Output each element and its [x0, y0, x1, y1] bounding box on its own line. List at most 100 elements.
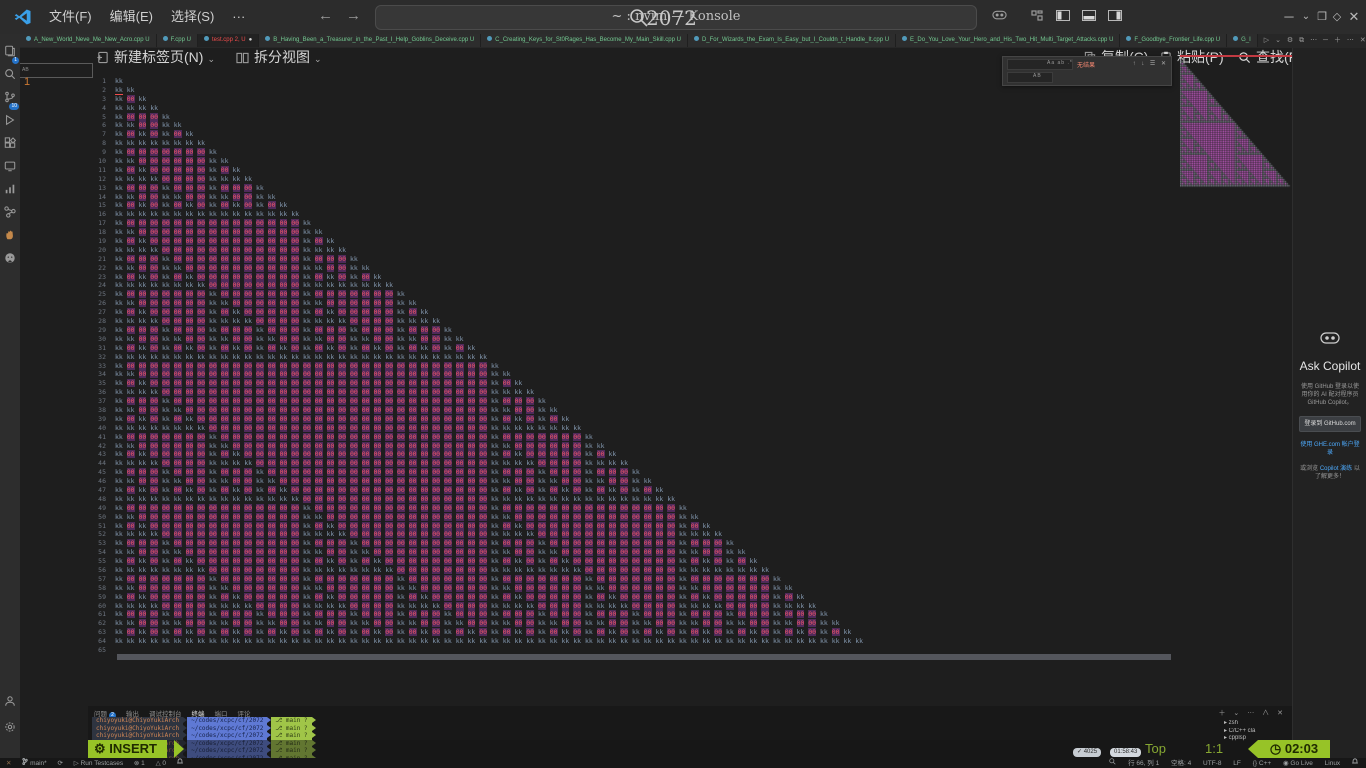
editor-line: 63kk 00 kk 00 kk 00 kk 00 kk 00 kk 00 kk…: [88, 628, 1188, 637]
encoding[interactable]: UTF-8: [1203, 759, 1221, 768]
tab-label: A_New_World_Neve_Me_New_Acro.cpp U: [34, 37, 150, 43]
explorer-icon[interactable]: 1: [0, 44, 20, 64]
editor-action-icons[interactable]: ▷ ⌄ ⚙ ⧉ ⋯ ─ ＋ ⋯ ✕: [1258, 34, 1366, 47]
close-button[interactable]: ✕: [1345, 0, 1363, 34]
github-icon[interactable]: [0, 251, 20, 271]
minimap[interactable]: [1180, 57, 1292, 189]
vim-mode-indicator: ⚙ INSERT: [88, 740, 167, 758]
editor-line: 15kk 00 kk 00 kk 00 kk 00 kk 00 kk 00 kk…: [88, 201, 1188, 210]
cpp-file-icon: [26, 36, 31, 41]
chevron-down-icon[interactable]: ⌄: [207, 54, 215, 64]
editor-line: 18kk kk 00 00 00 00 00 00 00 00 00 00 00…: [88, 228, 1188, 237]
menu-item-0[interactable]: 文件(F): [40, 0, 101, 34]
copilot-icon: [1319, 330, 1341, 346]
os-indicator[interactable]: Linux: [1325, 759, 1341, 768]
indentation[interactable]: 空格: 4: [1171, 759, 1191, 768]
ghe-signin-link[interactable]: 使用 GHE.com 帐户登录: [1293, 441, 1366, 457]
panel-action-icons[interactable]: ＋ ⌄ ⋯ ∧ ✕: [1218, 708, 1286, 718]
hand-icon[interactable]: [0, 228, 20, 248]
go-live-button[interactable]: ◉ Go Live: [1283, 759, 1313, 768]
editor-tab-5[interactable]: D_For_Wizards_the_Exam_Is_Easy_but_I_Cou…: [688, 34, 896, 47]
remote-explorer-icon[interactable]: [0, 159, 20, 179]
menu-item-1[interactable]: 编辑(E): [101, 0, 162, 34]
search-icon[interactable]: [0, 67, 20, 87]
editor-line: 7kk 00 kk 00 kk 00 kk: [88, 130, 1188, 139]
terminal-list-item-1[interactable]: ▸ C/C++ cla: [1224, 728, 1284, 736]
editor-line: 35kk 00 kk 00 00 00 00 00 00 00 00 00 00…: [88, 379, 1188, 388]
editor-tab-3[interactable]: B_Having_Been_a_Treasurer_in_the_Past_I_…: [259, 34, 481, 47]
editor-line: 51kk 00 kk 00 00 00 00 00 00 00 00 00 00…: [88, 522, 1188, 531]
cpp-file-icon: [902, 36, 907, 41]
error-count[interactable]: ⊗ 1: [134, 759, 145, 768]
editor-line: 45kk 00 00 00 kk 00 00 00 kk 00 00 00 kk…: [88, 468, 1188, 477]
language-mode[interactable]: {} C++: [1253, 759, 1271, 768]
remote-indicator-icon[interactable]: ✕: [6, 759, 11, 768]
editor-line: 50kk kk 00 00 00 00 00 00 00 00 00 00 00…: [88, 513, 1188, 522]
find-flags[interactable]: Aa ab .*: [1047, 60, 1073, 66]
github-signin-button[interactable]: 登录到 GitHub.com: [1299, 416, 1361, 432]
settings-gear-icon[interactable]: [0, 720, 20, 740]
nav-back-icon[interactable]: ←: [318, 0, 333, 34]
run-testcases-button[interactable]: ▷ Run Testcases: [74, 759, 123, 768]
walkthrough-link[interactable]: Copilot 演练: [1320, 466, 1352, 472]
chart-icon[interactable]: [0, 182, 20, 202]
editor-line: 53kk 00 00 00 kk 00 00 00 00 00 00 00 00…: [88, 539, 1188, 548]
chevron-down-icon[interactable]: ⌄: [314, 54, 322, 64]
activity-badge: 10: [9, 103, 19, 110]
search-statusbar-icon[interactable]: [1109, 758, 1116, 768]
editor-buffer[interactable]: 1kk2kk kk3kk 00 kk4kk kk kk kk5kk 00 00 …: [88, 77, 1188, 657]
editor-tab-4[interactable]: C_Creating_Keys_for_St0Rages_Has_Become_…: [481, 34, 688, 47]
restore-button[interactable]: ❐: [1314, 0, 1330, 34]
new-tab-button[interactable]: 新建标签页(N)⌄: [96, 48, 215, 66]
source-control-icon[interactable]: 10: [0, 90, 20, 110]
activity-badge: 1: [12, 57, 19, 64]
toggle-secondary-sidebar-icon[interactable]: [1105, 0, 1125, 34]
editor-tab-6[interactable]: E_Do_You_Love_Your_Hero_and_His_Two_Hit_…: [896, 34, 1120, 47]
warning-count[interactable]: △ 0: [156, 759, 166, 768]
eol-sequence[interactable]: LF: [1233, 759, 1241, 768]
nav-forward-icon[interactable]: →: [346, 0, 361, 34]
editor-line: 1kk: [88, 77, 1188, 86]
editor-line: 36kk kk kk kk 00 00 00 00 00 00 00 00 00…: [88, 388, 1188, 397]
run-debug-icon[interactable]: [0, 113, 20, 133]
terminal-list-item-0[interactable]: ▸ zsh: [1224, 720, 1284, 728]
editor-tab-8[interactable]: G_I: [1227, 34, 1258, 47]
tab-label: D_For_Wizards_the_Exam_Is_Easy_but_I_Cou…: [702, 37, 889, 43]
connections-icon[interactable]: [0, 205, 20, 225]
toggle-primary-sidebar-icon[interactable]: [1053, 0, 1073, 34]
account-icon[interactable]: [0, 694, 20, 714]
menu-item-3[interactable]: ···: [223, 0, 254, 34]
chevron-down-icon[interactable]: ⌄: [1299, 0, 1313, 34]
editor-line: 21kk 00 00 00 kk 00 00 00 00 00 00 00 00…: [88, 255, 1188, 264]
editor-line: 40kk kk kk kk kk kk kk kk 00 00 00 00 00…: [88, 424, 1188, 433]
customize-layout-icon[interactable]: [1028, 0, 1046, 34]
copilot-titlebar-icon[interactable]: [986, 0, 1012, 34]
toggle-panel-icon[interactable]: [1079, 0, 1099, 34]
editor-line: 32kk kk kk kk kk kk kk kk kk kk kk kk kk…: [88, 353, 1188, 362]
bell-icon[interactable]: [177, 758, 183, 768]
editor-line: 8kk kk kk kk kk kk kk kk: [88, 139, 1188, 148]
cursor-line-col[interactable]: 行 66, 列 1: [1128, 759, 1159, 768]
minimize-button[interactable]: ─: [1281, 0, 1297, 34]
extensions-icon[interactable]: [0, 136, 20, 156]
git-branch-item[interactable]: main*: [22, 758, 46, 768]
menu-item-2[interactable]: 选择(S): [162, 0, 223, 34]
editor-tab-2[interactable]: test.cpp 2, U●: [198, 34, 259, 47]
editor-line: 10kk kk 00 00 00 00 00 00 kk kk: [88, 157, 1188, 166]
sync-icon[interactable]: ⟳: [58, 759, 63, 768]
editor-tab-7[interactable]: F_Goodbye_Frontier_Life.cpp U: [1120, 34, 1227, 47]
editor-tab-1[interactable]: F.cpp U: [157, 34, 198, 47]
konsole-vscode-window: 文件(F)编辑(E)选择(S)··· ← → ~ : nvim — Konsol…: [0, 0, 1366, 768]
editor-tab-bar: A_New_World_Neve_Me_New_Acro.cpp U F.cpp …: [20, 34, 1366, 48]
editor-tab-0[interactable]: A_New_World_Neve_Me_New_Acro.cpp U: [20, 34, 157, 47]
split-view-button[interactable]: 拆分视图⌄: [236, 48, 322, 66]
find-nav-buttons[interactable]: ↑ ↓ ☰ ✕: [1133, 60, 1168, 67]
editor-line: 17kk 00 00 00 00 00 00 00 00 00 00 00 00…: [88, 219, 1188, 228]
editor-line: 4kk kk kk kk: [88, 104, 1188, 113]
editor-line: 41kk 00 00 00 00 00 00 00 kk 00 00 00 00…: [88, 433, 1188, 442]
notification-bell-icon[interactable]: [1352, 758, 1358, 768]
editor-line: 27kk 00 kk 00 00 00 00 00 kk 00 kk 00 00…: [88, 308, 1188, 317]
copilot-panel-title: Ask Copilot: [1293, 359, 1366, 373]
modified-dot-icon[interactable]: ●: [249, 37, 253, 43]
editor-line: 3kk 00 kk: [88, 95, 1188, 104]
